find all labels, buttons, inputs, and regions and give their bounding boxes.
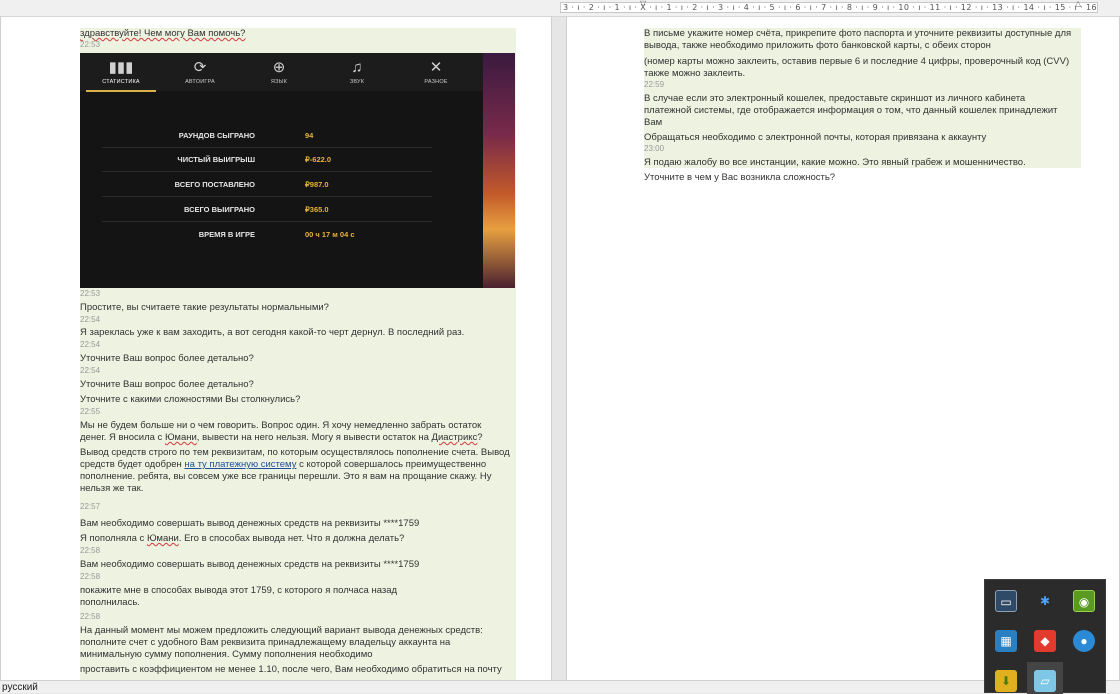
message-time: 22:53 (80, 40, 101, 49)
tab-language: ⊕ ЯЗЫК (244, 57, 314, 85)
message-time: 22:58 (80, 612, 101, 621)
message-time: 23:00 (644, 144, 665, 153)
stat-row: ВСЕГО ВЫИГРАНО ₽365.0 (102, 199, 432, 222)
chat-message: На данный момент мы можем предложить сле… (80, 625, 483, 660)
music-note-icon: ♫ (351, 59, 363, 76)
chat-message: проставить с коэффициентом не менее 1.10… (80, 664, 502, 675)
message-time: 22:59 (644, 80, 665, 89)
message-time: 22:54 (80, 340, 101, 349)
message-time: 22:54 (80, 315, 101, 324)
chat-message: Я пополняла с Юмани. Его в способах выво… (80, 533, 405, 544)
tab-misc: ✕ РАЗНОЕ (401, 57, 471, 85)
message-text: здравствуйте! Чем могу Вам помочь? (80, 28, 246, 39)
message-time: 22:53 (80, 289, 101, 298)
decorative-background (483, 53, 515, 288)
display-icon[interactable]: ▭ (995, 590, 1017, 612)
chat-transcript-right: В письме укажите номер счёта, прикрепите… (644, 28, 1081, 168)
browser-update-icon[interactable]: ● (1073, 630, 1095, 652)
horizontal-ruler[interactable]: 3 · ı · 2 · ı · 1 · ı · X · ı · 1 · ı · … (0, 0, 1120, 17)
tab-autoplay: ⟳ АВТОИГРА (165, 57, 235, 85)
right-indent-marker[interactable]: △ (1075, 0, 1083, 8)
game-statistics-screenshot: ▮▮▮ СТАТИСТИКА ⟳ АВТОИГРА ⊕ ЯЗЫК ♫ ЗВУК (80, 53, 515, 288)
stat-row: ЧИСТЫЙ ВЫИГРЫШ ₽-622.0 (102, 149, 432, 172)
message-time: 22:58 (80, 572, 101, 581)
first-line-indent-marker[interactable]: ▽ (640, 0, 648, 8)
chat-message: Мы не будем больше ни о чем говорить. Во… (80, 420, 483, 443)
tab-sound: ♫ ЗВУК (322, 57, 392, 85)
chat-transcript-left: здравствуйте! Чем могу Вам помочь? 22:53… (80, 28, 516, 693)
network-monitor-icon[interactable]: ▦ (995, 630, 1017, 652)
refresh-icon: ⟳ (193, 59, 207, 76)
chat-message: Уточните с какими сложностями Вы столкну… (80, 394, 301, 405)
language-indicator[interactable]: русский (2, 682, 38, 693)
chat-message: Вывод средств строго по тем реквизитам, … (80, 447, 510, 494)
message-time: 22:54 (80, 366, 101, 375)
message-time: 22:57 (80, 502, 101, 511)
bluetooth-icon[interactable]: ✱ (1034, 590, 1056, 612)
system-tray-overflow: ▭ ✱ ◉ ▦ ◆ ● ⬇ ▱ (984, 579, 1106, 694)
game-settings-tabs: ▮▮▮ СТАТИСТИКА ⟳ АВТОИГРА ⊕ ЯЗЫК ♫ ЗВУК (80, 53, 483, 92)
status-bar: русский (0, 680, 1120, 693)
globe-icon: ⊕ (272, 59, 286, 76)
message-time: 22:58 (80, 546, 101, 555)
payment-system-link[interactable]: на ту платежную систему (184, 459, 296, 470)
chat-message: Уточните Ваш вопрос более детально? (80, 353, 254, 364)
chat-message: Вам необходимо совершать вывод денежных … (80, 518, 420, 529)
stat-row: РАУНДОВ СЫГРАНО 94 (102, 125, 432, 148)
chat-message: здравствуйте! Чем могу Вам помочь? (80, 28, 510, 40)
download-icon[interactable]: ⬇ (995, 670, 1017, 692)
chat-message: Я подаю жалобу во все инстанции, какие м… (644, 157, 1026, 168)
bar-chart-icon: ▮▮▮ (108, 59, 134, 76)
chat-message: Обращаться необходимо с электронной почт… (644, 132, 987, 143)
chat-message: В случае если это электронный кошелек, п… (644, 93, 1058, 128)
nvidia-icon[interactable]: ◉ (1073, 590, 1095, 612)
chat-message: Уточните Ваш вопрос более детально? (80, 379, 254, 390)
chat-message: В письме укажите номер счёта, прикрепите… (644, 28, 1072, 51)
document-page-left: здравствуйте! Чем могу Вам помочь? 22:53… (0, 17, 552, 693)
chat-message: Я зареклась уже к вам заходить, а вот се… (80, 327, 465, 338)
anydesk-icon[interactable]: ◆ (1034, 630, 1056, 652)
chat-message: покажите мне в способах вывода этот 1759… (80, 585, 398, 608)
app-icon[interactable]: ▱ (1034, 670, 1056, 692)
stat-row: ВРЕМЯ В ИГРЕ 00 ч 17 м 04 с (198, 230, 355, 239)
message-time: 22:55 (80, 407, 101, 416)
stat-row: ВСЕГО ПОСТАВЛЕНО ₽987.0 (102, 174, 432, 197)
chat-message: Уточните в чем у Вас возникла сложность? (644, 172, 836, 183)
chat-message: Вам необходимо совершать вывод денежных … (80, 559, 420, 570)
chat-message: Простите, вы считаете такие результаты н… (80, 302, 329, 313)
tab-statistics: ▮▮▮ СТАТИСТИКА (86, 57, 156, 92)
chat-message: (номер карты можно заклеить, оставив пер… (644, 56, 1070, 79)
active-tab-underline (86, 90, 156, 92)
tools-icon: ✕ (429, 59, 443, 76)
